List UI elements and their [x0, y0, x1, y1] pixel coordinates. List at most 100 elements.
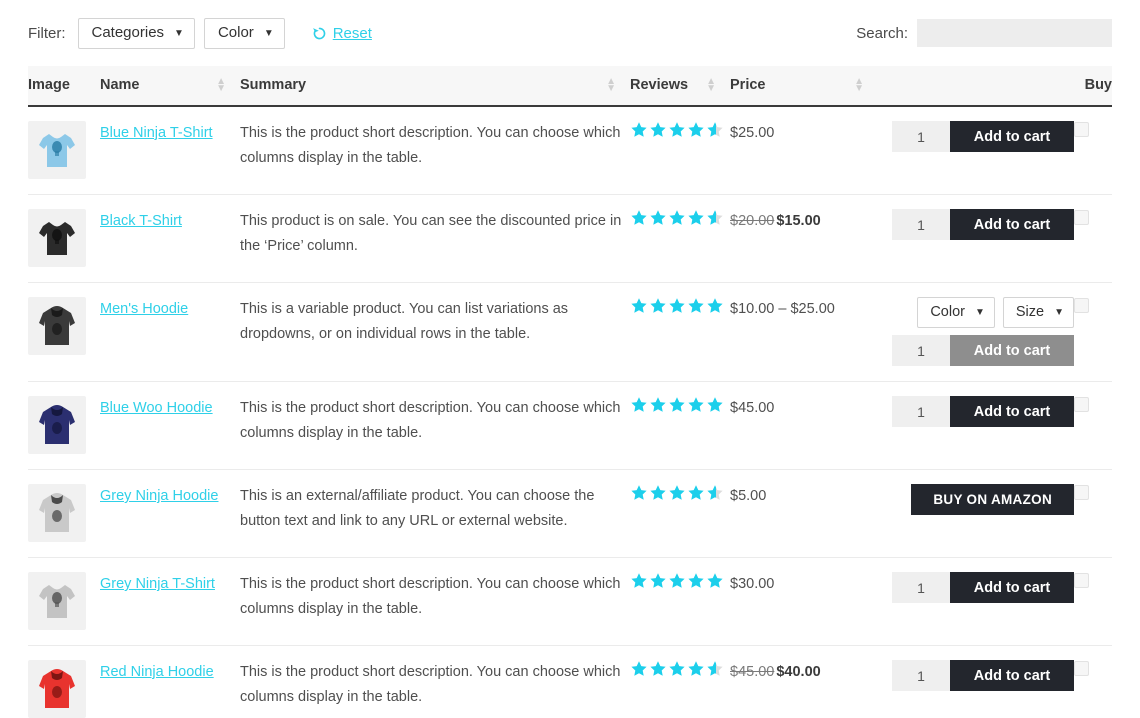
- grey-hoodie-thumbnail[interactable]: [28, 484, 86, 542]
- filter-categories-dropdown[interactable]: Categories ▼: [77, 17, 195, 49]
- product-summary-cell: This is the product short description. Y…: [240, 381, 630, 470]
- sort-arrows-icon[interactable]: ▲ ▼: [706, 77, 730, 94]
- product-name-cell: Men's Hoodie: [100, 282, 240, 382]
- product-summary-cell: This is the product short description. Y…: [240, 645, 630, 718]
- product-select-cell: [1074, 557, 1112, 646]
- variation-select-size[interactable]: Size ▼: [1002, 297, 1074, 328]
- add-to-cart-button[interactable]: Add to cart: [950, 660, 1074, 691]
- product-name-link[interactable]: Blue Woo Hoodie: [100, 400, 213, 416]
- product-price-cell: $5.00: [730, 469, 878, 558]
- price-value: $25.00: [730, 125, 775, 141]
- variation-label: Color: [930, 304, 965, 321]
- chevron-down-icon: ▼: [263, 27, 274, 39]
- variation-select-color[interactable]: Color ▼: [917, 297, 995, 328]
- product-buy-cell: Add to cart: [878, 645, 1074, 718]
- row-select-checkbox[interactable]: [1074, 485, 1089, 500]
- product-buy-cell: Add to cart: [878, 381, 1074, 470]
- product-name-link[interactable]: Black T-Shirt: [100, 213, 182, 229]
- product-reviews-cell: [630, 645, 730, 718]
- column-header-name[interactable]: Name ▲ ▼: [100, 66, 240, 107]
- price-value: $10.00 – $25.00: [730, 301, 835, 317]
- product-name-link[interactable]: Grey Ninja Hoodie: [100, 488, 218, 504]
- buy-external-button[interactable]: BUY ON AMAZON: [911, 484, 1074, 515]
- add-to-cart-button[interactable]: Add to cart: [950, 335, 1074, 366]
- product-table-wrap: Image Name ▲ ▼ Summary ▲ ▼ Reviews ▲ ▼ P…: [0, 66, 1140, 718]
- product-summary-cell: This is a variable product. You can list…: [240, 282, 630, 382]
- quantity-input[interactable]: [892, 121, 950, 152]
- row-select-checkbox[interactable]: [1074, 210, 1089, 225]
- search-label: Search:: [856, 24, 908, 42]
- chevron-down-icon: ▼: [1054, 306, 1064, 318]
- add-to-cart-button[interactable]: Add to cart: [950, 396, 1074, 427]
- product-name-cell: Red Ninja Hoodie: [100, 645, 240, 718]
- product-price-cell: $25.00: [730, 106, 878, 195]
- column-header-price[interactable]: Price ▲ ▼: [730, 66, 878, 107]
- column-header-buy: Buy: [1074, 66, 1112, 107]
- product-price-cell: $20.00 $15.00: [730, 194, 878, 283]
- product-summary-cell: This is the product short description. Y…: [240, 557, 630, 646]
- product-summary-cell: This is the product short description. Y…: [240, 106, 630, 195]
- filter-group: Filter: Categories ▼ Color ▼ Reset: [28, 17, 372, 49]
- product-select-cell: [1074, 381, 1112, 470]
- product-name-link[interactable]: Red Ninja Hoodie: [100, 664, 214, 680]
- product-name-link[interactable]: Grey Ninja T-Shirt: [100, 576, 215, 592]
- column-header-buy-label: Buy: [1084, 77, 1112, 93]
- product-reviews-cell: [630, 469, 730, 558]
- product-select-cell: [1074, 106, 1112, 195]
- product-price-cell: $45.00 $40.00: [730, 645, 878, 718]
- product-reviews-cell: [630, 557, 730, 646]
- sort-arrows-icon[interactable]: ▲ ▼: [854, 77, 878, 94]
- black-tshirt-thumbnail[interactable]: [28, 209, 86, 267]
- product-buy-cell: Add to cart: [878, 557, 1074, 646]
- product-name-link[interactable]: Men's Hoodie: [100, 301, 188, 317]
- row-select-checkbox[interactable]: [1074, 122, 1089, 137]
- filter-color-dropdown[interactable]: Color ▼: [203, 17, 285, 49]
- column-header-reviews[interactable]: Reviews ▲ ▼: [630, 66, 730, 107]
- product-table-page: Filter: Categories ▼ Color ▼ Reset Searc…: [0, 0, 1140, 718]
- filter-color-label: Color: [217, 23, 254, 41]
- quantity-input[interactable]: [892, 660, 950, 691]
- price-sale: $15.00: [776, 213, 821, 229]
- add-to-cart-button[interactable]: Add to cart: [950, 209, 1074, 240]
- quantity-input[interactable]: [892, 572, 950, 603]
- product-name-cell: Grey Ninja Hoodie: [100, 469, 240, 558]
- blue-tshirt-thumbnail[interactable]: [28, 121, 86, 179]
- product-name-cell: Blue Woo Hoodie: [100, 381, 240, 470]
- add-to-cart-button[interactable]: Add to cart: [950, 121, 1074, 152]
- product-table-body: Blue Ninja T-Shirt This is the product sh…: [28, 106, 1112, 718]
- sort-arrows-icon[interactable]: ▲ ▼: [606, 77, 630, 94]
- quantity-input[interactable]: [892, 209, 950, 240]
- product-reviews-cell: [630, 194, 730, 283]
- add-to-cart-button[interactable]: Add to cart: [950, 572, 1074, 603]
- product-image-cell: [28, 381, 100, 470]
- row-select-checkbox[interactable]: [1074, 298, 1089, 313]
- price-sale: $40.00: [776, 664, 821, 680]
- product-table-header: Image Name ▲ ▼ Summary ▲ ▼ Reviews ▲ ▼ P…: [28, 66, 1112, 107]
- grey-tshirt-thumbnail[interactable]: [28, 572, 86, 630]
- column-header-image-label: Image: [28, 77, 70, 93]
- chevron-down-icon: ▼: [974, 306, 985, 318]
- black-hoodie-thumbnail[interactable]: [28, 297, 86, 355]
- blue-hoodie-thumbnail[interactable]: [28, 396, 86, 454]
- quantity-input[interactable]: [892, 335, 950, 366]
- product-summary-cell: This is an external/affiliate product. Y…: [240, 469, 630, 558]
- table-row: Grey Ninja T-Shirt This is the product sh…: [28, 557, 1112, 646]
- product-name-link[interactable]: Blue Ninja T-Shirt: [100, 125, 213, 141]
- variation-dropdowns: Color ▼ Size ▼: [917, 297, 1074, 328]
- row-select-checkbox[interactable]: [1074, 573, 1089, 588]
- row-select-checkbox[interactable]: [1074, 661, 1089, 676]
- product-buy-cell: BUY ON AMAZON: [878, 469, 1074, 558]
- product-summary-cell: This product is on sale. You can see the…: [240, 194, 630, 283]
- reset-filters-button[interactable]: Reset: [312, 25, 372, 42]
- filter-categories-label: Categories: [91, 23, 165, 41]
- row-select-checkbox[interactable]: [1074, 397, 1089, 412]
- sort-arrows-icon[interactable]: ▲ ▼: [216, 77, 240, 94]
- product-name-cell: Blue Ninja T-Shirt: [100, 106, 240, 195]
- column-header-summary[interactable]: Summary ▲ ▼: [240, 66, 630, 107]
- column-header-price-label: Price: [730, 77, 766, 93]
- red-hoodie-thumbnail[interactable]: [28, 660, 86, 718]
- column-header-image: Image: [28, 66, 100, 107]
- search-input[interactable]: [917, 19, 1112, 47]
- quantity-input[interactable]: [892, 396, 950, 427]
- table-row: Grey Ninja Hoodie This is an external/aff…: [28, 469, 1112, 558]
